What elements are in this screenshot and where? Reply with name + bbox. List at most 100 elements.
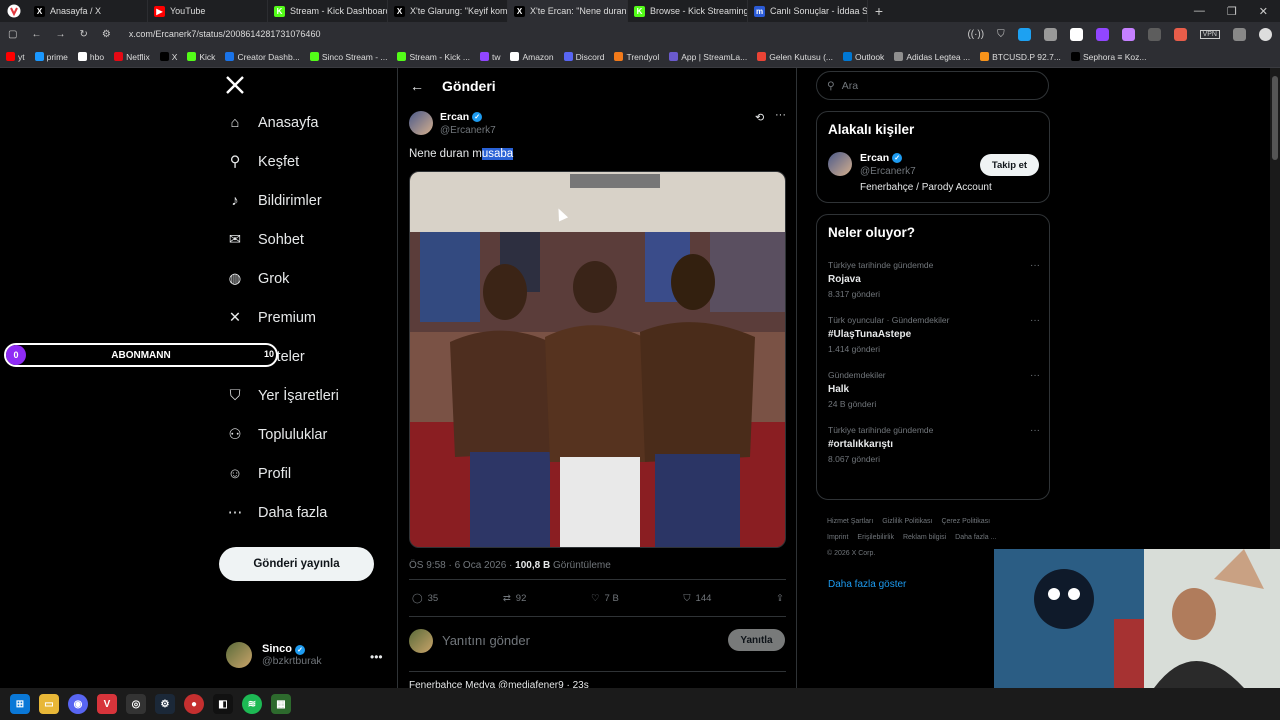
grok-icon[interactable]: ⟲ (755, 111, 764, 124)
footer-link[interactable]: © 2026 X Corp. (827, 550, 875, 557)
extension-icon[interactable] (1173, 27, 1187, 41)
bookmark-item[interactable]: X (159, 52, 177, 62)
nav-item-bell[interactable]: ♪ Bildirimler (226, 192, 321, 210)
reply-input[interactable]: Yanıtını gönder (442, 633, 530, 648)
next-reply-preview[interactable]: Fenerbahçe Medya @mediafener9 · 23s (409, 680, 589, 688)
recording-app-icon[interactable]: ● (184, 694, 204, 714)
profile-avatar-icon[interactable] (1259, 27, 1272, 41)
nav-item-more[interactable]: ⋯ Daha fazla (226, 504, 328, 522)
browser-tab[interactable]: X X'te Glarung: "Keyif komas (388, 0, 508, 22)
bookmark-item[interactable]: hbo (77, 52, 104, 62)
bookmark-item[interactable]: yt (6, 52, 25, 62)
obs-icon[interactable]: ◎ (126, 694, 146, 714)
show-more-link[interactable]: Daha fazla göster (828, 579, 906, 590)
post-button[interactable]: Gönderi yayınla (219, 547, 374, 581)
related-name-row[interactable]: Ercan ✓ (860, 152, 903, 164)
bookmark-item[interactable]: Outlook (843, 52, 884, 62)
back-icon[interactable]: ← (31, 29, 41, 40)
footer-link[interactable]: Erişilebilirlik (857, 534, 894, 541)
discord-icon[interactable]: ◉ (68, 694, 88, 714)
forward-icon[interactable]: → (55, 29, 65, 40)
tweet-timestamp[interactable]: ÖS 9:58 · 6 Oca 2026 · (409, 560, 515, 571)
reload-icon[interactable]: ↻ (79, 29, 87, 40)
search-input[interactable]: ⚲ Ara (816, 71, 1049, 100)
extension-icon[interactable] (1121, 27, 1135, 41)
share-action[interactable]: ⇪ (776, 593, 784, 604)
footer-link[interactable]: Hizmet Şartları (827, 518, 873, 525)
bookmark-item[interactable]: Creator Dashb... (225, 52, 300, 62)
avatar[interactable] (828, 152, 852, 176)
bookmark-item[interactable]: Netflix (114, 52, 150, 62)
bookmark-item[interactable]: tw (479, 52, 500, 62)
bookmark-item[interactable]: Discord (563, 52, 604, 62)
bookmark-item[interactable]: Adidas Legtea ... (894, 52, 970, 62)
footer-link[interactable]: Çerez Politikası (941, 518, 990, 525)
sidebar-toggle-icon[interactable]: ▢ (8, 29, 17, 40)
x-logo-icon[interactable] (226, 74, 244, 100)
footer-link[interactable]: Daha fazla ... (955, 534, 996, 541)
broadcast-icon[interactable]: ((·)) (967, 29, 984, 40)
trend-more-icon[interactable]: ··· (1030, 260, 1040, 271)
tweet-image[interactable] (409, 171, 786, 548)
back-arrow-icon[interactable]: ← (410, 78, 424, 94)
reply-button[interactable]: Yanıtla (728, 629, 785, 651)
bookmark-item[interactable]: Amazon (510, 52, 554, 62)
close-icon[interactable]: ✕ (1259, 5, 1268, 18)
bookmark-page-icon[interactable]: ⛉ (997, 29, 1005, 40)
site-info-icon[interactable]: ⚙ (102, 29, 111, 40)
browser-tab[interactable]: m Canlı Sonuçlar - İddaa Son (748, 0, 868, 22)
trend-item[interactable]: Gündemdekiler Halk 24 B gönderi ··· (828, 370, 1040, 409)
url-field[interactable]: x.com/Ercanerk7/status/20086142817310764… (129, 29, 321, 39)
browser-tab[interactable]: X X'te Ercan: "Nene duran m (508, 0, 628, 22)
follow-button[interactable]: Takip et (980, 154, 1039, 176)
browser-tab[interactable]: X Anasayfa / X (28, 0, 148, 22)
like-action[interactable]: ♡ 7 B (591, 593, 619, 604)
nav-item-search[interactable]: ⚲ Keşfet (226, 153, 299, 171)
nav-item-home[interactable]: ⌂ Anasayfa (226, 114, 319, 132)
bookmark-item[interactable]: App | StreamLa... (669, 52, 747, 62)
account-more-icon[interactable]: ••• (370, 650, 383, 664)
windows-start-icon[interactable]: ⊞ (10, 694, 30, 714)
footer-link[interactable]: Imprint (827, 534, 848, 541)
bookmark-item[interactable]: Sephora ≡ Koz... (1070, 52, 1147, 62)
bookmark-item[interactable]: BTCUSD.P 92.7... (980, 52, 1061, 62)
nav-item-x-premium[interactable]: ✕ Premium (226, 309, 316, 327)
new-tab-button[interactable]: + (868, 3, 890, 19)
file-explorer-icon[interactable]: ▭ (39, 694, 59, 714)
footer-link[interactable]: Reklam bilgisi (903, 534, 946, 541)
minecraft-icon[interactable]: ▦ (271, 694, 291, 714)
trend-item[interactable]: Türk oyuncular · Gündemdekiler #UlaşTunaA… (828, 315, 1040, 354)
trend-more-icon[interactable]: ··· (1030, 425, 1040, 436)
extension-icon[interactable] (1147, 27, 1161, 41)
bookmark-item[interactable]: Stream - Kick ... (397, 52, 470, 62)
author-name-row[interactable]: Ercan ✓ (440, 111, 483, 123)
nav-item-profile[interactable]: ☺ Profil (226, 465, 291, 483)
more-options-icon[interactable]: ··· (775, 109, 786, 121)
browser-tab[interactable]: K Browse - Kick Streaming (628, 0, 748, 22)
nav-item-bookmark[interactable]: ⛉ Yer İşaretleri (226, 387, 339, 405)
bookmark-item[interactable]: Kick (187, 52, 215, 62)
vpn-button[interactable]: VPN (1199, 29, 1220, 39)
trend-item[interactable]: Türkiye tarihinde gündemde #ortalıkkarışt… (828, 425, 1040, 464)
extension-icon[interactable] (1017, 27, 1031, 41)
nav-item-grok[interactable]: ◍ Grok (226, 270, 290, 288)
bookmark-action[interactable]: ⛉ 144 (683, 593, 711, 604)
extension-icon[interactable] (1095, 27, 1109, 41)
spotify-icon[interactable]: ≋ (242, 694, 262, 714)
vivaldi-icon[interactable]: V (97, 694, 117, 714)
author-handle[interactable]: @Ercanerk7 (440, 125, 496, 136)
bookmark-item[interactable]: prime (34, 52, 68, 62)
bookmark-item[interactable]: Sinco Stream - ... (309, 52, 387, 62)
maximize-icon[interactable]: ❐ (1227, 5, 1237, 18)
extension-icon[interactable] (1069, 27, 1083, 41)
trend-item[interactable]: Türkiye tarihinde gündemde Rojava 8.317 gö… (828, 260, 1040, 299)
footer-link[interactable]: Gizlilik Politikası (882, 518, 932, 525)
nav-item-communities[interactable]: ⚇ Topluluklar (226, 426, 328, 444)
browser-tab[interactable]: K Stream - Kick Dashboard (268, 0, 388, 22)
reply-action[interactable]: ◯ 35 (412, 593, 438, 604)
trend-more-icon[interactable]: ··· (1030, 370, 1040, 381)
browser-tab[interactable]: ▶ YouTube (148, 0, 268, 22)
extensions-icon[interactable] (1233, 27, 1246, 41)
extension-icon[interactable] (1043, 27, 1057, 41)
bookmark-item[interactable]: Trendyol (614, 52, 659, 62)
